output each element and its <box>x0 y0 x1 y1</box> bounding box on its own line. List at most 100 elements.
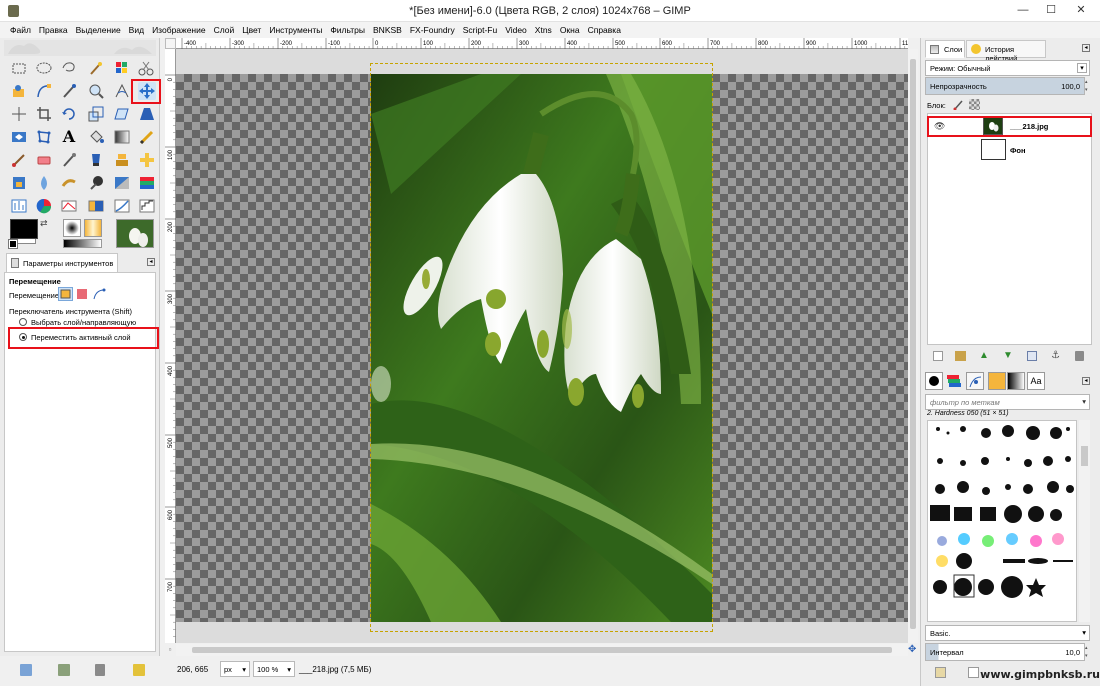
perspective-icon[interactable] <box>138 105 156 123</box>
move-layer-mode-button[interactable] <box>58 287 73 301</box>
hue-saturation-icon[interactable] <box>60 197 78 215</box>
active-image-thumbnail[interactable] <box>116 219 154 248</box>
menu-select[interactable]: Выделение <box>72 22 125 35</box>
paths-icon[interactable] <box>35 82 53 100</box>
text-tool-icon[interactable]: A <box>60 128 78 146</box>
panel-menu-icon[interactable]: ◂ <box>147 258 155 266</box>
opacity-slider[interactable]: Непрозрачность 100,0 <box>925 77 1085 95</box>
edit-brush-icon[interactable] <box>935 667 946 678</box>
navigate-icon[interactable]: ✥ <box>908 645 918 655</box>
tab-gradients[interactable] <box>1007 372 1025 390</box>
active-brush-preview[interactable] <box>63 219 81 237</box>
levels-icon[interactable] <box>10 197 28 215</box>
minimize-button[interactable]: — <box>1012 2 1034 18</box>
tab-brushes[interactable] <box>925 372 943 390</box>
maximize-button[interactable]: ☐ <box>1040 2 1062 18</box>
move-selection-mode-button[interactable] <box>77 289 87 299</box>
new-layer-group-icon[interactable] <box>955 351 966 361</box>
scale-icon[interactable] <box>87 105 105 123</box>
layers-panel-menu-icon[interactable]: ◂ <box>1082 44 1090 52</box>
menu-fx-foundry[interactable]: FX-Foundry <box>406 22 459 35</box>
ink-icon[interactable] <box>87 151 105 169</box>
new-layer-icon[interactable] <box>933 351 943 361</box>
anchor-layer-icon[interactable]: ⚓ <box>1051 351 1061 361</box>
move-path-mode-button[interactable] <box>92 287 106 301</box>
tab-tool-options[interactable]: Параметры инструментов <box>6 253 118 272</box>
brush-preset-select[interactable]: Basic. ▾ <box>925 625 1090 641</box>
menu-video[interactable]: Video <box>501 22 531 35</box>
reset-tool-options-icon[interactable] <box>133 664 145 676</box>
dodge-burn-icon[interactable] <box>87 174 105 192</box>
ellipse-select-icon[interactable] <box>35 59 53 77</box>
lock-alpha-icon[interactable] <box>969 99 980 110</box>
color-wheel-icon[interactable] <box>35 197 53 215</box>
paintbrush-icon[interactable] <box>10 151 28 169</box>
layer-mode-select[interactable]: Режим: Обычный ▾ <box>925 60 1090 76</box>
measure-icon[interactable] <box>113 82 131 100</box>
tab-layers[interactable]: Слои <box>925 40 965 58</box>
tab-fonts[interactable]: Aa <box>1027 372 1045 390</box>
rotate-icon[interactable] <box>60 105 78 123</box>
quick-mask-toggle-icon[interactable]: ▫ <box>165 645 175 655</box>
color-balance-icon[interactable] <box>138 174 156 192</box>
brush-tag-filter-input[interactable]: фильтр по меткам ▾ <box>925 394 1090 410</box>
shear-icon[interactable] <box>113 105 131 123</box>
menu-script-fu[interactable]: Script-Fu <box>459 22 501 35</box>
lower-layer-icon[interactable]: ▼ <box>1003 350 1013 361</box>
foreground-color-swatch[interactable] <box>10 219 38 239</box>
default-colors-icon[interactable] <box>8 239 18 249</box>
lasso-icon[interactable] <box>60 59 78 77</box>
color-select-icon[interactable] <box>113 59 131 77</box>
zoom-select[interactable]: 100 % ▾ <box>253 661 295 677</box>
menu-windows[interactable]: Окна <box>556 22 584 35</box>
zoom-icon[interactable] <box>87 82 105 100</box>
bucket-fill-icon[interactable] <box>87 128 105 146</box>
layer-row-background[interactable]: Фон <box>928 139 1091 161</box>
align-icon[interactable] <box>10 105 28 123</box>
cage-transform-icon[interactable] <box>35 128 53 146</box>
threshold-icon[interactable] <box>87 197 105 215</box>
pencil-icon[interactable] <box>138 128 156 146</box>
tab-patterns[interactable] <box>988 372 1006 390</box>
quick-mask-corner[interactable] <box>165 38 176 49</box>
smudge-icon[interactable] <box>60 174 78 192</box>
delete-layer-icon[interactable] <box>1075 351 1084 361</box>
raise-layer-icon[interactable]: ▲ <box>979 350 989 361</box>
unit-select[interactable]: px ▾ <box>220 661 250 677</box>
menu-filters[interactable]: Фильтры <box>326 22 369 35</box>
foreground-select-icon[interactable] <box>10 82 28 100</box>
restore-tool-preset-icon[interactable] <box>58 664 70 676</box>
tab-brush-tags[interactable] <box>966 372 984 390</box>
menu-file[interactable]: Файл <box>0 22 35 35</box>
crop-icon[interactable] <box>35 105 53 123</box>
menu-image[interactable]: Изображение <box>148 22 210 35</box>
color-picker-icon[interactable] <box>60 82 78 100</box>
brush-grid-scrollbar[interactable] <box>1079 420 1090 622</box>
brush-spacing-slider[interactable]: Интервал 10,0 <box>925 643 1085 661</box>
menu-bnksb[interactable]: BNKSB <box>369 22 406 35</box>
fuzzy-select-icon[interactable] <box>87 59 105 77</box>
airbrush-icon[interactable] <box>60 151 78 169</box>
menu-xtns[interactable]: Xtns <box>531 22 556 35</box>
clone-icon[interactable] <box>113 151 131 169</box>
spacing-spin-icon[interactable]: ▴ ▾ <box>1085 644 1091 660</box>
flip-icon[interactable] <box>10 128 28 146</box>
vertical-scrollbar[interactable] <box>908 49 918 643</box>
horizontal-scrollbar[interactable] <box>176 644 908 656</box>
lock-pixels-icon[interactable] <box>953 99 964 111</box>
opacity-spin-icon[interactable]: ▴ ▾ <box>1085 78 1091 94</box>
rect-select-icon[interactable] <box>10 59 28 77</box>
swap-colors-icon[interactable]: ⇄ <box>40 218 50 228</box>
tab-paint-dynamics[interactable] <box>945 372 963 390</box>
duplicate-layer-icon[interactable] <box>1027 351 1037 361</box>
wilber-drop-zone[interactable] <box>4 40 156 56</box>
tab-undo-history[interactable]: История действий <box>966 40 1046 63</box>
blend-icon[interactable] <box>113 128 131 146</box>
desaturate-icon[interactable] <box>113 174 131 192</box>
menu-help[interactable]: Справка <box>584 22 625 35</box>
menu-edit[interactable]: Правка <box>35 22 72 35</box>
menu-color[interactable]: Цвет <box>238 22 265 35</box>
blur-icon[interactable] <box>35 174 53 192</box>
active-pattern-preview[interactable] <box>84 219 102 237</box>
curves-icon[interactable] <box>113 197 131 215</box>
